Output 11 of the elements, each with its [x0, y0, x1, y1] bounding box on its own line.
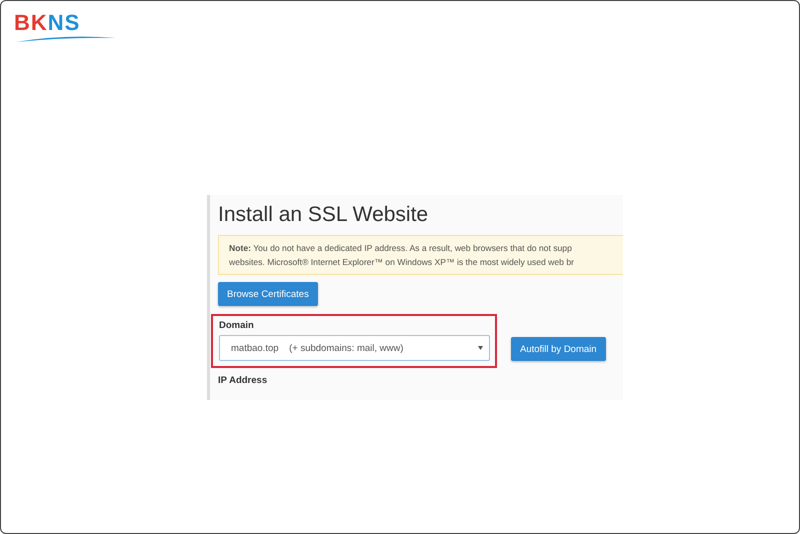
- autofill-button[interactable]: Autofill by Domain: [511, 337, 606, 361]
- note-text: Note: You do not have a dedicated IP address. As a result, web browsers that do not supp: [229, 242, 573, 254]
- logo-text: BK: [14, 11, 48, 35]
- domain-select[interactable]: matbao.top (+ subdomains: mail, www): [219, 335, 490, 361]
- note-text: websites. Microsoft® Internet Explorer™ on Windows XP™ is the most widely used web br: [229, 256, 575, 268]
- domain-label: Domain: [219, 320, 255, 331]
- logo-text: NS: [48, 11, 80, 35]
- caret-icon: [478, 346, 483, 350]
- page-title: Install an SSL Website: [218, 203, 430, 227]
- ip-address-label: IP Address: [218, 375, 268, 386]
- browse-certificates-button[interactable]: Browse Certificates: [218, 282, 318, 306]
